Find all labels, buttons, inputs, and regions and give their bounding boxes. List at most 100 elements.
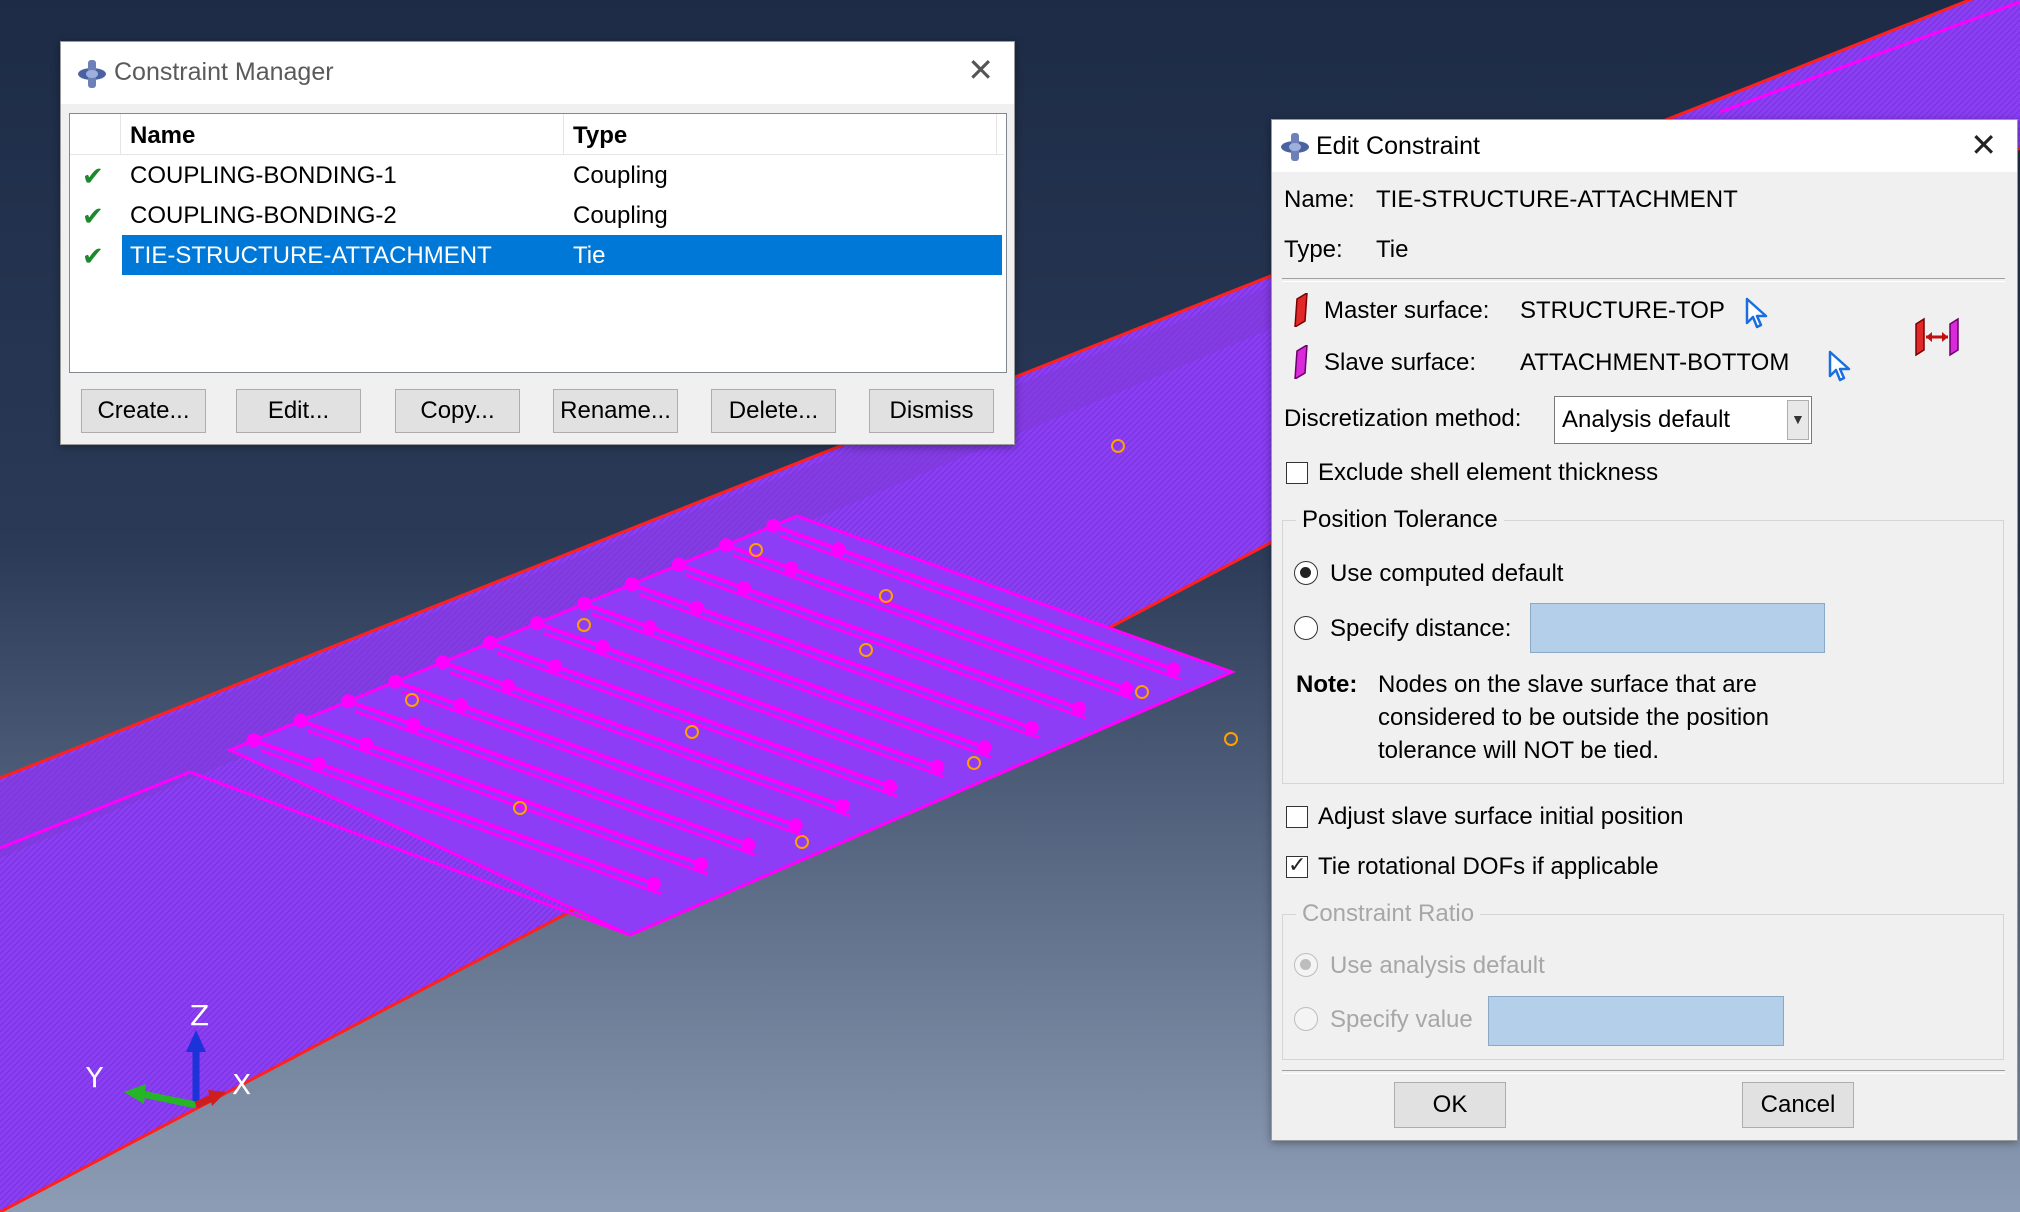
discretization-value: Analysis default bbox=[1562, 406, 1731, 433]
specify-value-input[interactable] bbox=[1488, 996, 1784, 1046]
specify-distance-label: Specify distance: bbox=[1330, 615, 1512, 642]
trace-node bbox=[577, 596, 592, 611]
edit-constraint-title: Edit Constraint bbox=[1316, 132, 1480, 160]
exclude-shell-label: Exclude shell element thickness bbox=[1318, 459, 1659, 486]
abaqus-app-icon bbox=[1281, 133, 1309, 161]
slave-surface-icon bbox=[1294, 345, 1308, 379]
select-cursor-icon[interactable] bbox=[1827, 350, 1853, 382]
slave-surface-value: ATTACHMENT-BOTTOM bbox=[1520, 349, 1790, 376]
chevron-down-icon: ▼ bbox=[1791, 411, 1805, 427]
trace-node bbox=[784, 561, 799, 576]
swap-surfaces-icon[interactable] bbox=[1912, 316, 1962, 358]
cancel-button[interactable]: Cancel bbox=[1742, 1082, 1854, 1128]
type-label: Type: bbox=[1284, 236, 1343, 263]
row-type: Coupling bbox=[573, 202, 668, 229]
trace-node bbox=[831, 542, 846, 557]
constraint-manager-titlebar[interactable]: Constraint Manager ✕ bbox=[61, 42, 1014, 104]
exclude-shell-checkbox[interactable] bbox=[1286, 462, 1308, 484]
constraint-manager-dialog: Constraint Manager ✕ Name Type ✔ COUPLIN… bbox=[60, 41, 1015, 445]
name-label: Name: bbox=[1284, 186, 1355, 213]
use-computed-label: Use computed default bbox=[1330, 560, 1564, 587]
trace-node bbox=[741, 837, 756, 852]
trace-node bbox=[406, 717, 421, 732]
master-surface-icon bbox=[1294, 293, 1308, 327]
specify-value-label: Specify value bbox=[1330, 1006, 1473, 1033]
type-value: Tie bbox=[1376, 236, 1409, 263]
select-cursor-icon[interactable] bbox=[1744, 297, 1770, 329]
edit-constraint-dialog: Edit Constraint ✕ Name: TIE-STRUCTURE-AT… bbox=[1271, 119, 2018, 1141]
delete-button[interactable]: Delete... bbox=[711, 389, 836, 433]
trace-node bbox=[719, 538, 734, 553]
copy-button[interactable]: Copy... bbox=[395, 389, 520, 433]
trace-node bbox=[246, 733, 261, 748]
close-icon[interactable]: ✕ bbox=[967, 54, 994, 86]
note-label: Note: bbox=[1296, 671, 1358, 698]
trace-node bbox=[689, 600, 704, 615]
discretization-select[interactable]: Analysis default ▼ bbox=[1554, 396, 1812, 444]
trace-node bbox=[548, 659, 563, 674]
column-divider[interactable] bbox=[563, 114, 564, 154]
column-header-name[interactable]: Name bbox=[130, 122, 195, 150]
specify-value-radio[interactable] bbox=[1294, 1007, 1318, 1031]
note-line-3: tolerance will NOT be tied. bbox=[1378, 737, 1660, 764]
axis-z-label: Z bbox=[190, 999, 209, 1032]
trace-node bbox=[595, 639, 610, 654]
trace-node bbox=[624, 577, 639, 592]
trace-node bbox=[1119, 681, 1134, 696]
use-analysis-default-label: Use analysis default bbox=[1330, 952, 1545, 979]
tie-rotational-label: Tie rotational DOFs if applicable bbox=[1318, 853, 1659, 880]
trace-node bbox=[646, 876, 661, 891]
column-divider-end bbox=[996, 114, 997, 154]
trace-node bbox=[788, 818, 803, 833]
trace-node bbox=[530, 616, 545, 631]
trace-node bbox=[930, 759, 945, 774]
create-button[interactable]: Create... bbox=[81, 389, 206, 433]
trace-node bbox=[737, 581, 752, 596]
master-surface-value: STRUCTURE-TOP bbox=[1520, 297, 1725, 324]
adjust-slave-checkbox[interactable] bbox=[1286, 806, 1308, 828]
rename-button[interactable]: Rename... bbox=[553, 389, 678, 433]
table-row[interactable]: ✔ COUPLING-BONDING-2 Coupling bbox=[70, 195, 1004, 235]
checkmark-icon: ✔ bbox=[82, 241, 104, 271]
master-surface-label: Master surface: bbox=[1324, 297, 1490, 324]
trace-node bbox=[388, 674, 403, 689]
edit-constraint-titlebar[interactable]: Edit Constraint ✕ bbox=[1272, 120, 2017, 172]
trace-node bbox=[883, 779, 898, 794]
trace-node bbox=[694, 857, 709, 872]
adjust-slave-label: Adjust slave surface initial position bbox=[1318, 803, 1684, 830]
row-name: COUPLING-BONDING-2 bbox=[130, 202, 397, 229]
use-analysis-default-radio[interactable] bbox=[1294, 953, 1318, 977]
trace-node bbox=[671, 557, 686, 572]
trace-node bbox=[311, 756, 326, 771]
table-header: Name Type bbox=[70, 114, 1004, 155]
table-row-selected[interactable]: ✔ TIE-STRUCTURE-ATTACHMENT Tie bbox=[70, 235, 1004, 275]
specify-distance-radio[interactable] bbox=[1294, 616, 1318, 640]
discretization-label: Discretization method: bbox=[1284, 405, 1522, 432]
trace-node bbox=[1072, 701, 1087, 716]
separator bbox=[1282, 1070, 2005, 1074]
ok-button[interactable]: OK bbox=[1394, 1082, 1506, 1128]
trace-node bbox=[835, 798, 850, 813]
dropdown-button[interactable]: ▼ bbox=[1787, 400, 1809, 440]
edit-button[interactable]: Edit... bbox=[236, 389, 361, 433]
trace-node bbox=[977, 740, 992, 755]
note-line-2: considered to be outside the position bbox=[1378, 704, 1769, 731]
row-name: TIE-STRUCTURE-ATTACHMENT bbox=[130, 242, 492, 269]
specify-distance-input[interactable] bbox=[1530, 603, 1825, 653]
tie-rotational-checkbox[interactable]: ✓ bbox=[1286, 852, 1308, 878]
trace-node bbox=[766, 518, 781, 533]
trace-node bbox=[1024, 720, 1039, 735]
constraint-table[interactable]: Name Type ✔ COUPLING-BONDING-1 Coupling … bbox=[69, 113, 1007, 373]
dismiss-button[interactable]: Dismiss bbox=[869, 389, 994, 433]
close-icon[interactable]: ✕ bbox=[1970, 129, 1997, 161]
table-row[interactable]: ✔ COUPLING-BONDING-1 Coupling bbox=[70, 155, 1004, 195]
row-type: Tie bbox=[573, 242, 606, 269]
trace-node bbox=[341, 694, 356, 709]
trace-node bbox=[642, 620, 657, 635]
trace-node bbox=[500, 678, 515, 693]
checkmark-icon: ✔ bbox=[82, 201, 104, 231]
trace-node bbox=[359, 737, 374, 752]
use-computed-radio[interactable] bbox=[1294, 561, 1318, 585]
trace-node bbox=[435, 655, 450, 670]
column-header-type[interactable]: Type bbox=[573, 122, 627, 150]
